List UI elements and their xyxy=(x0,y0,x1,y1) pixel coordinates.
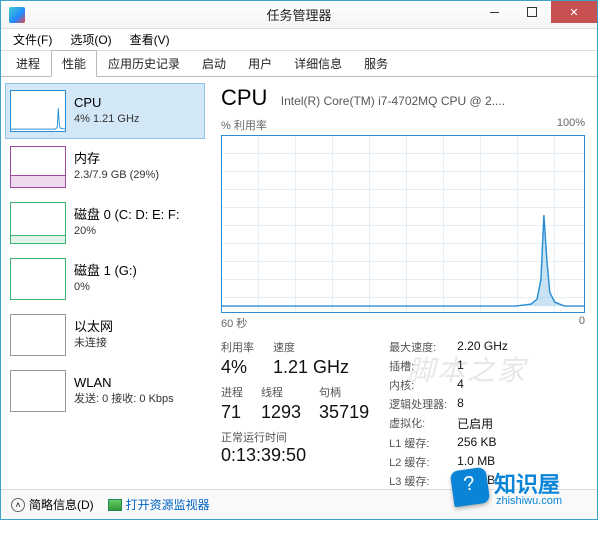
cpu-mini-graph xyxy=(10,90,66,132)
speed-label: 速度 xyxy=(273,339,350,355)
tab-bar: 进程 性能 应用历史记录 启动 用户 详细信息 服务 xyxy=(1,51,597,77)
speed-value: 1.21 GHz xyxy=(273,357,350,378)
sidebar-disk1-label: 磁盘 1 (G:) xyxy=(74,263,137,280)
menu-bar: 文件(F) 选项(O) 查看(V) xyxy=(1,29,597,51)
l3-value: 6.0 MB xyxy=(457,473,508,489)
l1-value: 256 KB xyxy=(457,435,508,451)
tab-startup[interactable]: 启动 xyxy=(191,50,237,76)
main-panel: CPU Intel(R) Core(TM) i7-4702MQ CPU @ 2.… xyxy=(209,77,597,489)
sidebar-item-wlan[interactable]: WLAN 发送: 0 接收: 0 Kbps xyxy=(5,363,205,419)
memory-mini-graph xyxy=(10,146,66,188)
handles-value: 35719 xyxy=(319,402,369,423)
l2-value: 1.0 MB xyxy=(457,454,508,470)
chart-y-max: 100% xyxy=(557,117,585,133)
open-resource-monitor-label: 打开资源监视器 xyxy=(126,496,210,513)
sidebar: CPU 4% 1.21 GHz 内存 2.3/7.9 GB (29%) 磁盘 0… xyxy=(1,77,209,489)
virt-value: 已启用 xyxy=(457,415,508,432)
uptime-value: 0:13:39:50 xyxy=(221,445,369,466)
content-area: CPU 4% 1.21 GHz 内存 2.3/7.9 GB (29%) 磁盘 0… xyxy=(1,77,597,489)
tab-processes[interactable]: 进程 xyxy=(5,50,51,76)
utilization-value: 4% xyxy=(221,357,255,378)
fewer-details-button[interactable]: ˄ 简略信息(D) xyxy=(11,496,94,513)
maximize-button[interactable] xyxy=(513,1,551,23)
task-manager-window: 任务管理器 文件(F) 选项(O) 查看(V) 进程 性能 应用历史记录 启动 … xyxy=(0,0,598,520)
cpu-model: Intel(R) Core(TM) i7-4702MQ CPU @ 2.... xyxy=(281,94,505,108)
chart-area: % 利用率 100% 60 秒 0 xyxy=(221,117,585,331)
fewer-details-label: 简略信息(D) xyxy=(29,496,94,513)
sidebar-item-cpu[interactable]: CPU 4% 1.21 GHz xyxy=(5,83,205,139)
sidebar-ethernet-label: 以太网 xyxy=(74,319,113,336)
ethernet-mini-graph xyxy=(10,314,66,356)
logical-value: 8 xyxy=(457,396,508,412)
stats-grid: 利用率 速度 4% 1.21 GHz 进程 线程 句柄 71 1293 xyxy=(221,339,585,489)
cores-label: 内核: xyxy=(389,377,447,393)
sidebar-disk0-stat: 20% xyxy=(74,224,179,238)
tab-services[interactable]: 服务 xyxy=(353,50,399,76)
menu-file[interactable]: 文件(F) xyxy=(5,29,60,50)
tab-details[interactable]: 详细信息 xyxy=(283,50,353,76)
tab-performance[interactable]: 性能 xyxy=(51,50,97,77)
processes-label: 进程 xyxy=(221,384,243,400)
l3-label: L3 缓存: xyxy=(389,473,447,489)
sockets-value: 1 xyxy=(457,358,508,374)
minimize-button[interactable] xyxy=(475,1,513,23)
close-button[interactable] xyxy=(551,1,597,23)
threads-label: 线程 xyxy=(261,384,301,400)
panel-title: CPU xyxy=(221,85,267,111)
utilization-label: 利用率 xyxy=(221,339,255,355)
status-bar: ˄ 简略信息(D) 打开资源监视器 xyxy=(1,489,597,519)
l1-label: L1 缓存: xyxy=(389,435,447,451)
sockets-label: 插槽: xyxy=(389,358,447,374)
sidebar-wlan-stat: 发送: 0 接收: 0 Kbps xyxy=(74,392,174,406)
menu-options[interactable]: 选项(O) xyxy=(62,29,119,50)
tab-app-history[interactable]: 应用历史记录 xyxy=(97,50,191,76)
threads-value: 1293 xyxy=(261,402,301,423)
sidebar-item-memory[interactable]: 内存 2.3/7.9 GB (29%) xyxy=(5,139,205,195)
maxspeed-value: 2.20 GHz xyxy=(457,339,508,355)
sidebar-item-disk1[interactable]: 磁盘 1 (G:) 0% xyxy=(5,251,205,307)
processes-value: 71 xyxy=(221,402,243,423)
window-title: 任务管理器 xyxy=(266,5,331,24)
sidebar-memory-label: 内存 xyxy=(74,151,159,168)
tab-users[interactable]: 用户 xyxy=(237,50,283,76)
logical-label: 逻辑处理器: xyxy=(389,396,447,412)
sidebar-cpu-label: CPU xyxy=(74,95,139,112)
sidebar-memory-stat: 2.3/7.9 GB (29%) xyxy=(74,168,159,182)
disk0-mini-graph xyxy=(10,202,66,244)
virt-label: 虚拟化: xyxy=(389,415,447,432)
wlan-mini-graph xyxy=(10,370,66,412)
disk1-mini-graph xyxy=(10,258,66,300)
chart-x-left: 60 秒 xyxy=(221,315,247,331)
chart-y-label: % 利用率 xyxy=(221,117,267,133)
menu-view[interactable]: 查看(V) xyxy=(122,29,178,50)
handles-label: 句柄 xyxy=(319,384,369,400)
sidebar-item-ethernet[interactable]: 以太网 未连接 xyxy=(5,307,205,363)
sidebar-disk0-label: 磁盘 0 (C: D: E: F: xyxy=(74,207,179,224)
titlebar[interactable]: 任务管理器 xyxy=(1,1,597,29)
chevron-up-icon: ˄ xyxy=(11,498,25,512)
app-icon xyxy=(9,7,25,23)
sidebar-disk1-stat: 0% xyxy=(74,280,137,294)
uptime-label: 正常运行时间 xyxy=(221,429,369,445)
chart-x-right: 0 xyxy=(579,315,585,331)
resource-monitor-icon xyxy=(108,499,122,511)
open-resource-monitor-link[interactable]: 打开资源监视器 xyxy=(108,496,210,513)
sidebar-cpu-stat: 4% 1.21 GHz xyxy=(74,112,139,126)
window-controls xyxy=(475,1,597,23)
sidebar-item-disk0[interactable]: 磁盘 0 (C: D: E: F: 20% xyxy=(5,195,205,251)
cores-value: 4 xyxy=(457,377,508,393)
l2-label: L2 缓存: xyxy=(389,454,447,470)
maxspeed-label: 最大速度: xyxy=(389,339,447,355)
cpu-utilization-chart[interactable] xyxy=(221,135,585,313)
sidebar-wlan-label: WLAN xyxy=(74,375,174,392)
sidebar-ethernet-stat: 未连接 xyxy=(74,336,113,350)
